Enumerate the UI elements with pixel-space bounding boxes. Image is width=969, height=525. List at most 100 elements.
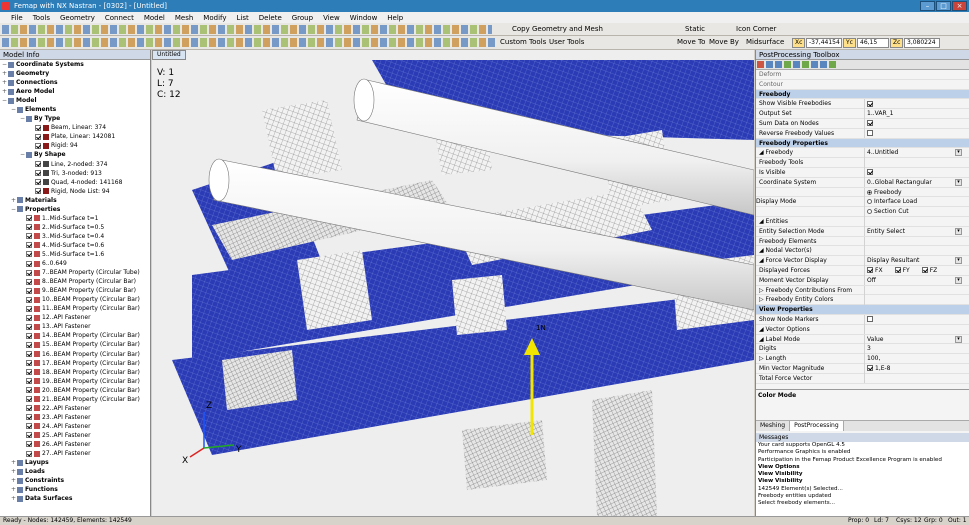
tree-item[interactable]: 1..Mid-Surface t=1 [0, 214, 150, 223]
property-value[interactable] [864, 158, 962, 168]
tree-item[interactable]: + Materials [0, 196, 150, 205]
property-checkbox[interactable] [867, 365, 873, 372]
property-checkbox[interactable] [867, 169, 873, 176]
menu-window[interactable]: Window [345, 14, 383, 22]
visibility-checkbox[interactable] [26, 423, 32, 430]
tree-item[interactable]: + Aero Model [0, 87, 150, 96]
property-value[interactable] [864, 246, 962, 256]
tree-item[interactable]: + Constraints [0, 476, 150, 485]
toolbox-icon-3[interactable] [775, 61, 782, 68]
toolbar-icons[interactable] [2, 25, 492, 34]
property-section[interactable]: View Properties [756, 305, 969, 315]
tree-item[interactable]: 10..BEAM Property (Circular Bar) [0, 295, 150, 304]
tree-item[interactable]: + Layups [0, 458, 150, 467]
tree-item[interactable]: 17..BEAM Property (Circular Bar) [0, 359, 150, 368]
dropdown-arrow-icon[interactable]: ▾ [955, 257, 962, 265]
menu-model[interactable]: Model [139, 14, 170, 22]
tree-item[interactable]: Rigid, Node List: 94 [0, 187, 150, 196]
move-by-button[interactable]: Move By [709, 37, 739, 47]
property-value[interactable] [864, 216, 962, 227]
tree-item[interactable]: 22..API Fastener [0, 404, 150, 413]
visibility-checkbox[interactable] [26, 405, 32, 412]
tree-item[interactable]: 14..BEAM Property (Circular Bar) [0, 331, 150, 340]
display-mode-option[interactable]: Interface Load [864, 197, 962, 207]
tree-item[interactable]: 18..BEAM Property (Circular Bar) [0, 368, 150, 377]
toolbox-icon-4[interactable] [784, 61, 791, 68]
yc-field[interactable]: 46,15 [857, 38, 889, 48]
property-value[interactable]: Entity Select ▾ [864, 226, 962, 237]
visibility-checkbox[interactable] [35, 161, 41, 168]
visibility-checkbox[interactable] [35, 142, 41, 149]
visibility-checkbox[interactable] [35, 170, 41, 177]
tree-item[interactable]: + Geometry [0, 69, 150, 78]
radio-button[interactable] [867, 199, 872, 205]
close-button[interactable]: × [952, 1, 967, 11]
visibility-checkbox[interactable] [26, 369, 32, 376]
toolbox-icon-5[interactable] [793, 61, 800, 68]
property-value[interactable] [864, 314, 962, 325]
visibility-checkbox[interactable] [26, 278, 32, 285]
visibility-checkbox[interactable] [26, 296, 32, 303]
tree-item[interactable]: 3..Mid-Surface t=0.4 [0, 232, 150, 241]
tree-item[interactable]: + Data Surfaces [0, 494, 150, 503]
force-checkbox[interactable] [894, 267, 901, 274]
toolbox-icon-9[interactable] [829, 61, 836, 68]
tree-item[interactable]: Plate, Linear: 142081 [0, 132, 150, 141]
tree-item[interactable]: 21..BEAM Property (Circular Bar) [0, 395, 150, 404]
property-value[interactable]: 4..Untitled ▾ [864, 148, 962, 158]
property-value[interactable] [864, 128, 962, 139]
property-value[interactable] [864, 295, 962, 305]
property-value[interactable]: 3 [864, 344, 962, 354]
toolbox-icon-2[interactable] [766, 61, 773, 68]
xc-field[interactable]: -37,44154 [806, 38, 842, 48]
tree-item[interactable]: 4..Mid-Surface t=0.6 [0, 241, 150, 250]
toolbox-icon-7[interactable] [811, 61, 818, 68]
radio-button[interactable] [867, 189, 872, 195]
property-value[interactable] [864, 285, 962, 296]
tree-item[interactable]: − Model [0, 96, 150, 105]
visibility-checkbox[interactable] [26, 378, 32, 385]
menu-file[interactable]: File [6, 14, 28, 22]
visibility-checkbox[interactable] [26, 351, 32, 357]
view-tab[interactable]: Untitled [152, 50, 186, 60]
visibility-checkbox[interactable] [26, 242, 32, 249]
menu-mesh[interactable]: Mesh [170, 14, 198, 22]
custom-tools-button[interactable]: Custom Tools [500, 37, 546, 47]
visibility-checkbox[interactable] [26, 305, 32, 312]
visibility-checkbox[interactable] [26, 260, 32, 267]
tree-item[interactable]: Rigid: 94 [0, 141, 150, 150]
tree-item[interactable]: + Loads [0, 467, 150, 476]
property-value[interactable] [864, 236, 962, 247]
visibility-checkbox[interactable] [26, 269, 32, 276]
menu-modify[interactable]: Modify [198, 14, 231, 22]
visibility-checkbox[interactable] [26, 287, 32, 294]
property-value[interactable]: 1..VAR_1 [864, 109, 962, 119]
property-value[interactable]: Value ▾ [864, 334, 962, 345]
move-to-button[interactable]: Move To [677, 37, 705, 47]
visibility-checkbox[interactable] [26, 414, 32, 421]
icon-corner-button[interactable]: Icon Corner [736, 24, 776, 34]
tree-item[interactable]: 12..API Fastener [0, 313, 150, 322]
dropdown-arrow-icon[interactable]: ▾ [955, 227, 962, 235]
maximize-button[interactable]: □ [936, 1, 951, 11]
visibility-checkbox[interactable] [26, 224, 32, 231]
tab-meshing[interactable]: Meshing [756, 421, 791, 431]
dropdown-arrow-icon[interactable]: ▾ [955, 178, 962, 186]
graphics-viewport[interactable]: Untitled 1N Z Y X V: 1 L: 7 C: 12 [152, 50, 754, 516]
dropdown-arrow-icon[interactable]: ▾ [955, 276, 962, 284]
property-value[interactable]: 1,E-8 [864, 363, 962, 374]
tree-item[interactable]: 26..API Fastener [0, 440, 150, 449]
tree-item[interactable]: 20..BEAM Property (Circular Bar) [0, 386, 150, 395]
property-value[interactable]: FX FY FZ [864, 265, 962, 276]
dropdown-arrow-icon[interactable]: ▾ [955, 335, 962, 343]
property-checkbox[interactable] [867, 120, 873, 127]
tree-item[interactable]: 11..BEAM Property (Circular Bar) [0, 304, 150, 313]
menu-delete[interactable]: Delete [254, 14, 287, 22]
visibility-checkbox[interactable] [26, 432, 32, 439]
tree-item[interactable]: 19..BEAM Property (Circular Bar) [0, 377, 150, 386]
menu-group[interactable]: Group [287, 14, 318, 22]
tree-item[interactable]: 24..API Fastener [0, 422, 150, 431]
property-checkbox[interactable] [867, 100, 873, 107]
tree-item[interactable]: 7..BEAM Property (Circular Tube) [0, 268, 150, 277]
property-value[interactable] [864, 99, 962, 109]
